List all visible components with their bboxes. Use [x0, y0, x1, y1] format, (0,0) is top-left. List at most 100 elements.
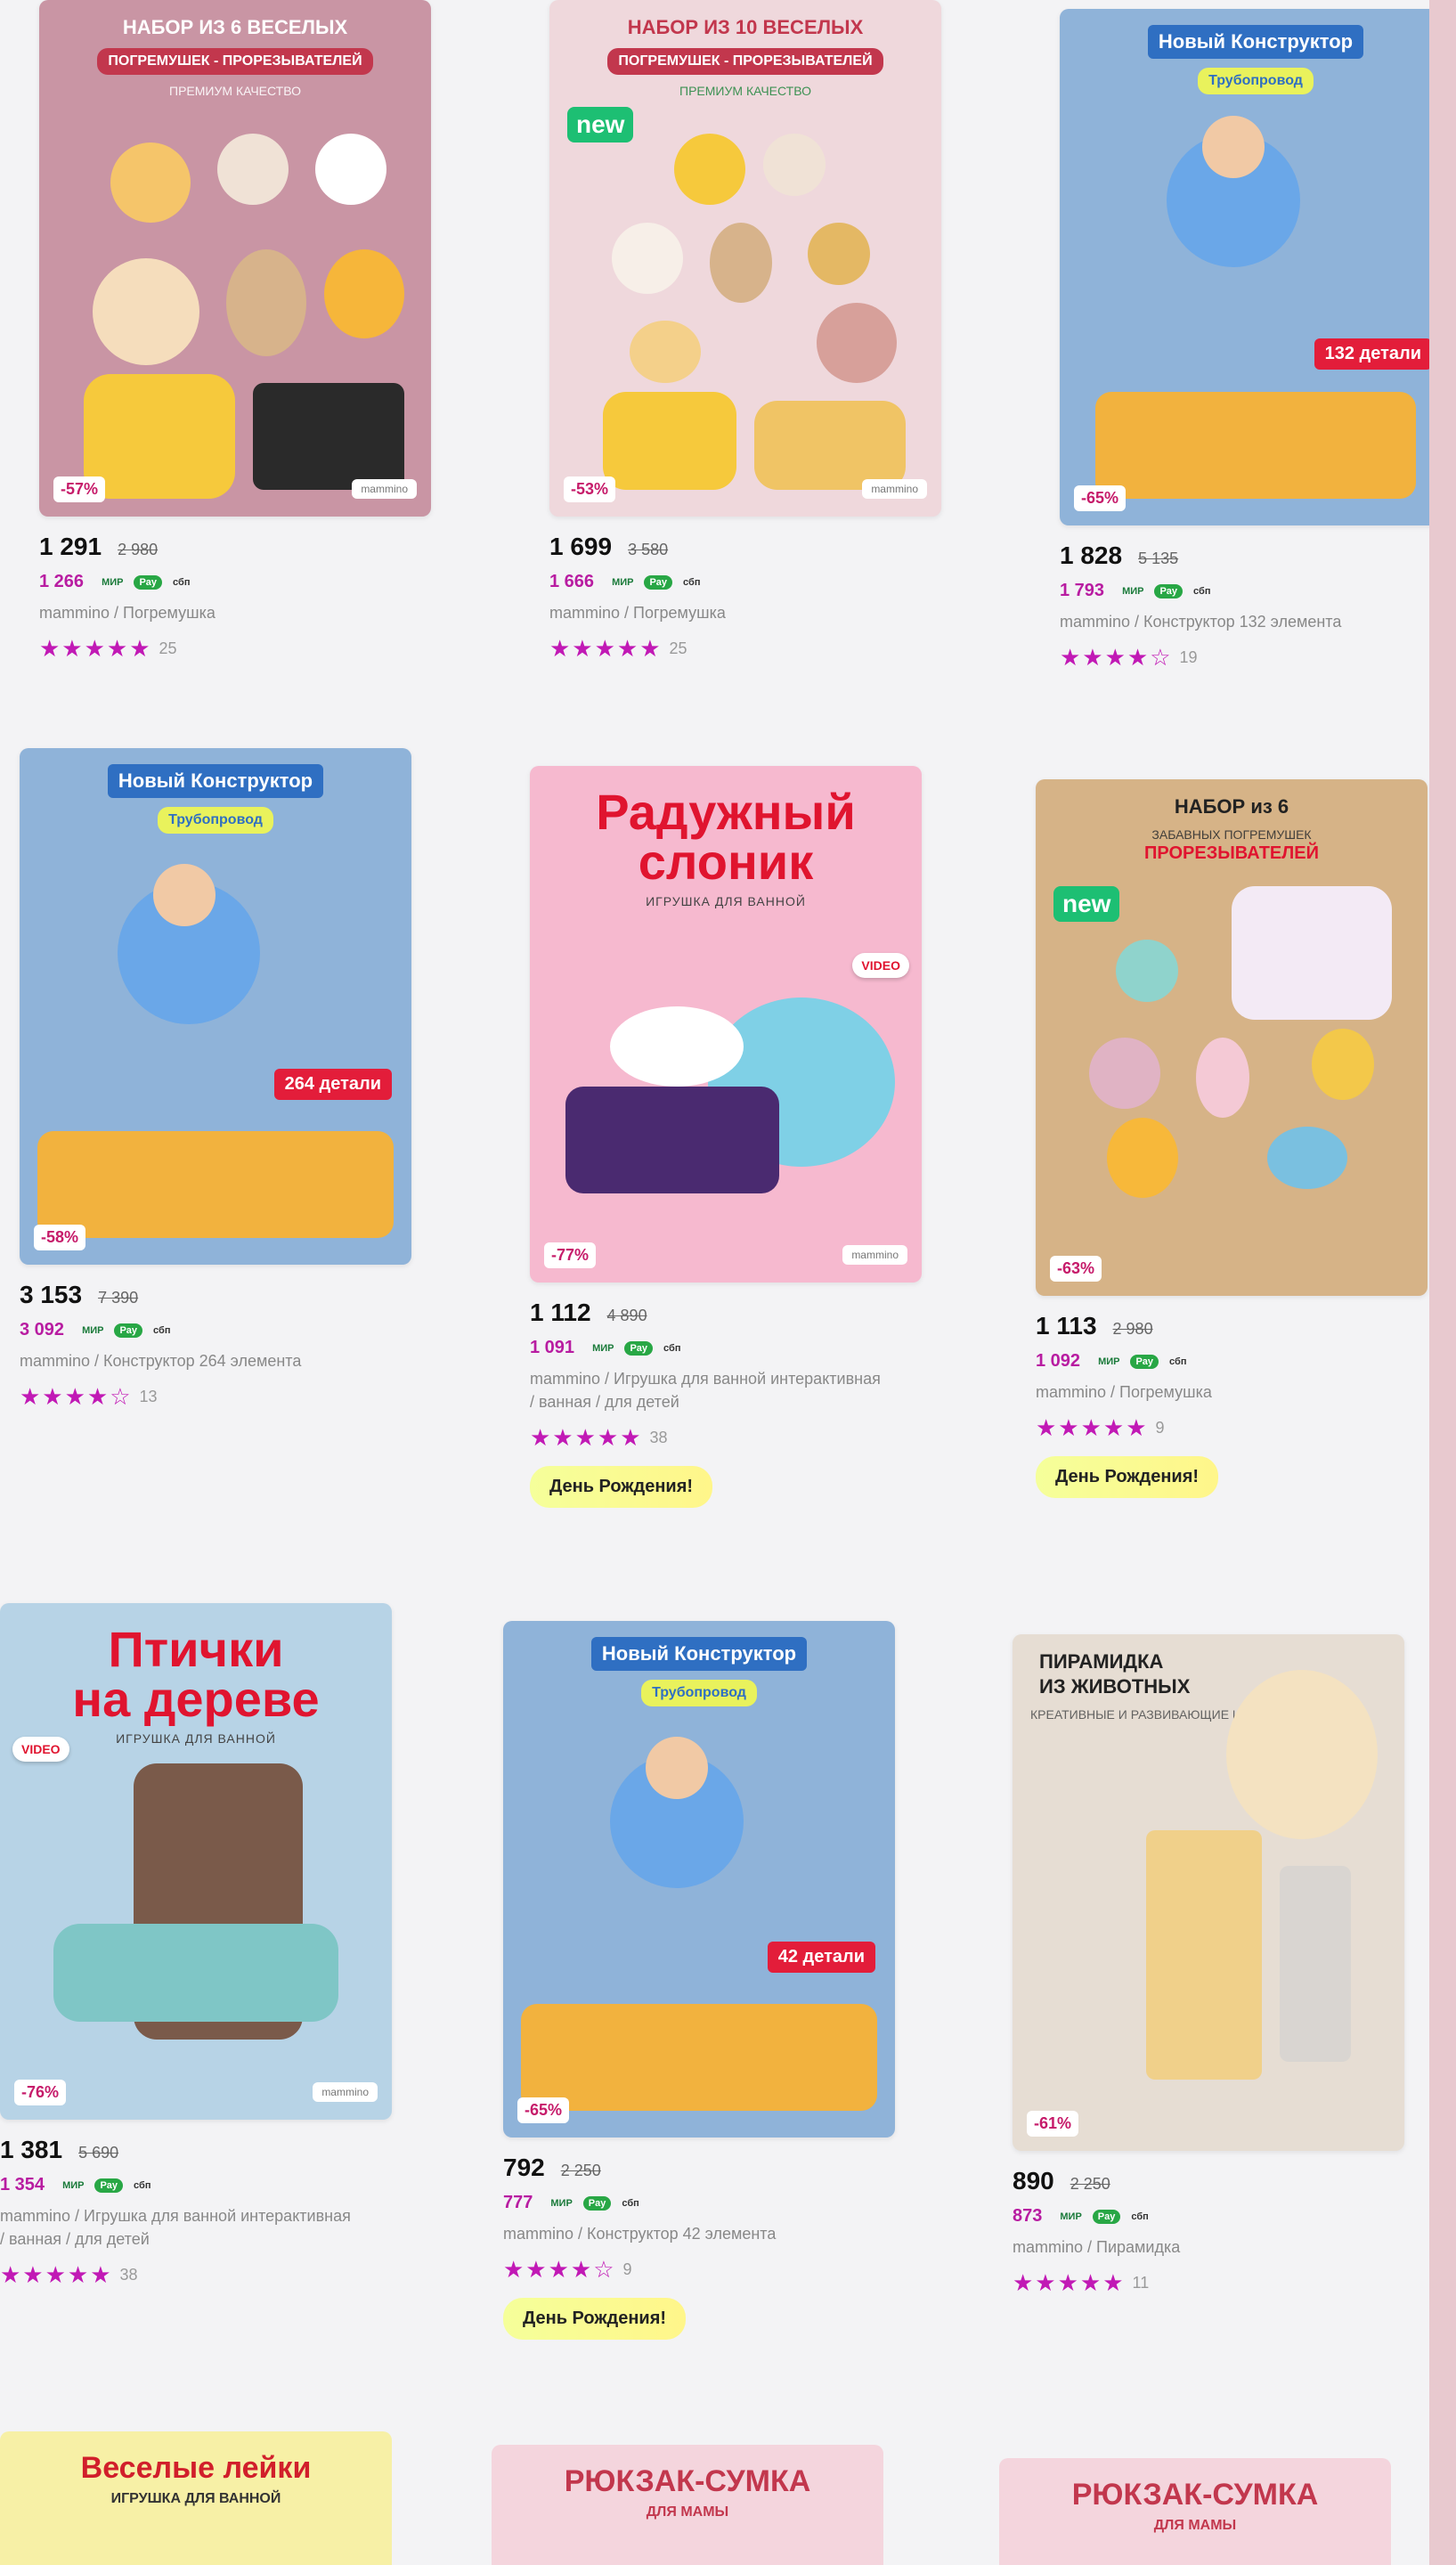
toy-shape	[808, 223, 870, 285]
image-title: НАБОР ИЗ 10 ВЕСЕЛЫХ	[627, 16, 864, 38]
old-price: 4 890	[606, 1307, 647, 1324]
product-image[interactable]: Новый Конструктор Трубопровод 132 детали…	[1060, 9, 1452, 525]
star-icon: ★★★★☆	[503, 2256, 616, 2284]
review-count: 9	[622, 2260, 632, 2279]
card-price: 1 266	[39, 572, 85, 591]
card-price-row: 777 МИР Pay сбп	[503, 2193, 913, 2213]
toy-shape	[1267, 1127, 1347, 1189]
review-count: 19	[1179, 648, 1198, 667]
price-row: 3 153 7 390	[20, 1281, 429, 1309]
mir-icon: МИР	[1122, 585, 1144, 597]
product-title[interactable]: mammino / Конструктор 42 элемента	[503, 2222, 859, 2245]
price-row: 1 381 5 690	[0, 2136, 410, 2164]
product-image[interactable]: Новый Конструктор Трубопровод 42 детали …	[503, 1621, 895, 2138]
product-image[interactable]: НАБОР ИЗ 10 ВЕСЕЛЫХ ПОГРЕМУШЕК - ПРОРЕЗЫ…	[549, 0, 941, 517]
image-title: ПИРАМИДКА	[1039, 1650, 1164, 1673]
product-title[interactable]: mammino / Конструктор 264 элемента	[20, 1349, 376, 1372]
price: 1 381	[0, 2136, 63, 2163]
toy-shape	[253, 383, 404, 490]
product-card[interactable]: НАБОР из 6 ЗАБАВНЫХ ПОГРЕМУШЕК ПРОРЕЗЫВА…	[1036, 779, 1445, 1499]
pyramid-shape	[1146, 1830, 1262, 2080]
image-title-2: ПРОРЕЗЫВАТЕЛЕЙ	[1144, 843, 1319, 863]
product-grid: НАБОР ИЗ 6 ВЕСЕЛЫХ ПОГРЕМУШЕК - ПРОРЕЗЫВ…	[0, 0, 1456, 2565]
parts-tag: 132 детали	[1314, 338, 1432, 370]
product-image[interactable]: Радужный слоник ИГРУШКА ДЛЯ ВАННОЙ VIDEO…	[530, 766, 922, 1282]
sbp-icon: сбп	[173, 576, 191, 588]
product-title[interactable]: mammino / Игрушка для ванной интерактивн…	[530, 1367, 886, 1413]
pay-icon: Pay	[1092, 2209, 1121, 2224]
promo-badge[interactable]: День Рождения!	[530, 1466, 713, 1509]
review-count: 25	[669, 639, 687, 658]
discount-badge: -58%	[34, 1225, 86, 1250]
payment-badges: МИР Pay сбп	[1054, 2209, 1153, 2224]
mir-icon: МИР	[1060, 2211, 1082, 2222]
toy-shape	[1089, 1038, 1160, 1109]
promo-badge[interactable]: День Рождения!	[503, 2298, 687, 2341]
review-count: 38	[649, 1429, 668, 1447]
product-card[interactable]: НАБОР ИЗ 10 ВЕСЕЛЫХ ПОГРЕМУШЕК - ПРОРЕЗЫ…	[549, 0, 959, 663]
product-card[interactable]: Новый Конструктор Трубопровод 132 детали…	[1060, 9, 1456, 672]
card-price: 873	[1013, 2206, 1043, 2226]
price-row: 792 2 250	[503, 2154, 913, 2182]
old-price: 5 135	[1138, 550, 1179, 567]
product-card[interactable]: Радужный слоник ИГРУШКА ДЛЯ ВАННОЙ VIDEO…	[530, 766, 939, 1509]
price-row: 1 112 4 890	[530, 1299, 939, 1327]
product-image[interactable]: Птички на дереве ИГРУШКА ДЛЯ ВАННОЙ VIDE…	[0, 1603, 392, 2120]
image-ribbon: Трубопровод	[1198, 68, 1314, 94]
sbp-icon: сбп	[683, 576, 701, 588]
image-title: РЮКЗАК-СУМКА	[564, 2464, 811, 2498]
price-row: 1 699 3 580	[549, 533, 959, 561]
discount-badge: -76%	[14, 2080, 67, 2105]
product-card-partial[interactable]: РЮКЗАК-СУМКА ДЛЯ МАМЫ	[999, 2458, 1391, 2565]
brand-logo: mammino	[862, 479, 927, 499]
product-card-partial[interactable]: Веселые лейки ИГРУШКА ДЛЯ ВАННОЙ	[0, 2431, 392, 2565]
product-card[interactable]: НАБОР ИЗ 6 ВЕСЕЛЫХ ПОГРЕМУШЕК - ПРОРЕЗЫВ…	[39, 0, 449, 663]
product-card[interactable]: Птички на дереве ИГРУШКА ДЛЯ ВАННОЙ VIDE…	[0, 1603, 410, 2289]
old-price: 2 980	[1112, 1320, 1153, 1338]
product-title[interactable]: mammino / Погремушка	[39, 601, 395, 624]
price-row: 890 2 250	[1013, 2167, 1422, 2195]
image-ribbon: Трубопровод	[641, 1680, 757, 1706]
product-title[interactable]: mammino / Погремушка	[549, 601, 906, 624]
product-title[interactable]: mammino / Погремушка	[1036, 1380, 1392, 1404]
product-image[interactable]: НАБОР ИЗ 6 ВЕСЕЛЫХ ПОГРЕМУШЕК - ПРОРЕЗЫВ…	[39, 0, 431, 517]
product-title[interactable]: mammino / Конструктор 132 элемента	[1060, 610, 1416, 633]
star-icon: ★★★★☆	[1060, 644, 1173, 672]
product-card[interactable]: Новый Конструктор Трубопровод 264 детали…	[20, 748, 429, 1411]
card-price-row: 1 092 МИР Pay сбп	[1036, 1351, 1445, 1372]
child-head-shape	[153, 864, 216, 926]
product-image[interactable]: ПИРАМИДКА ИЗ ЖИВОТНЫХ КРЕАТИВНЫЕ И РАЗВИ…	[1013, 1634, 1404, 2151]
toy-shape	[84, 374, 235, 499]
image-title: Новый Конструктор	[1147, 25, 1364, 59]
product-image[interactable]: НАБОР из 6 ЗАБАВНЫХ ПОГРЕМУШЕК ПРОРЕЗЫВА…	[1036, 779, 1428, 1296]
review-count: 25	[159, 639, 177, 658]
card-price-row: 3 092 МИР Pay сбп	[20, 1320, 429, 1340]
product-title[interactable]: mammino / Пирамидка	[1013, 2235, 1369, 2259]
mir-icon: МИР	[102, 576, 124, 588]
toy-shape	[324, 249, 404, 338]
video-badge[interactable]: VIDEO	[852, 953, 909, 978]
product-image[interactable]: Новый Конструктор Трубопровод 264 детали…	[20, 748, 411, 1265]
rating: ★★★★☆ 9	[503, 2256, 913, 2284]
mir-icon: МИР	[62, 2179, 85, 2191]
product-card[interactable]: Новый Конструктор Трубопровод 42 детали …	[503, 1621, 913, 2341]
discount-badge: -65%	[1074, 485, 1127, 511]
video-badge[interactable]: VIDEO	[12, 1737, 69, 1762]
toy-shape	[1196, 1038, 1249, 1118]
sbp-icon: сбп	[663, 1342, 681, 1354]
rating: ★★★★★ 11	[1013, 2269, 1422, 2297]
product-title[interactable]: mammino / Игрушка для ванной интерактивн…	[0, 2204, 356, 2251]
toy-shape	[315, 134, 386, 205]
product-card-partial[interactable]: РЮКЗАК-СУМКА ДЛЯ МАМЫ	[492, 2445, 883, 2565]
image-title: Птички	[108, 1621, 284, 1677]
toy-shape	[1107, 1118, 1178, 1198]
card-price: 3 092	[20, 1320, 65, 1340]
product-card[interactable]: ПИРАМИДКА ИЗ ЖИВОТНЫХ КРЕАТИВНЫЕ И РАЗВИ…	[1013, 1634, 1422, 2297]
payment-badges: МИР Pay сбп	[606, 574, 705, 590]
side-strip	[1429, 0, 1456, 2565]
pay-icon: Pay	[134, 574, 163, 590]
discount-badge: -77%	[544, 1242, 597, 1268]
price-row: 1 113 2 980	[1036, 1312, 1445, 1340]
promo-badge[interactable]: День Рождения!	[1036, 1456, 1219, 1499]
toy-shape	[1312, 1029, 1374, 1100]
